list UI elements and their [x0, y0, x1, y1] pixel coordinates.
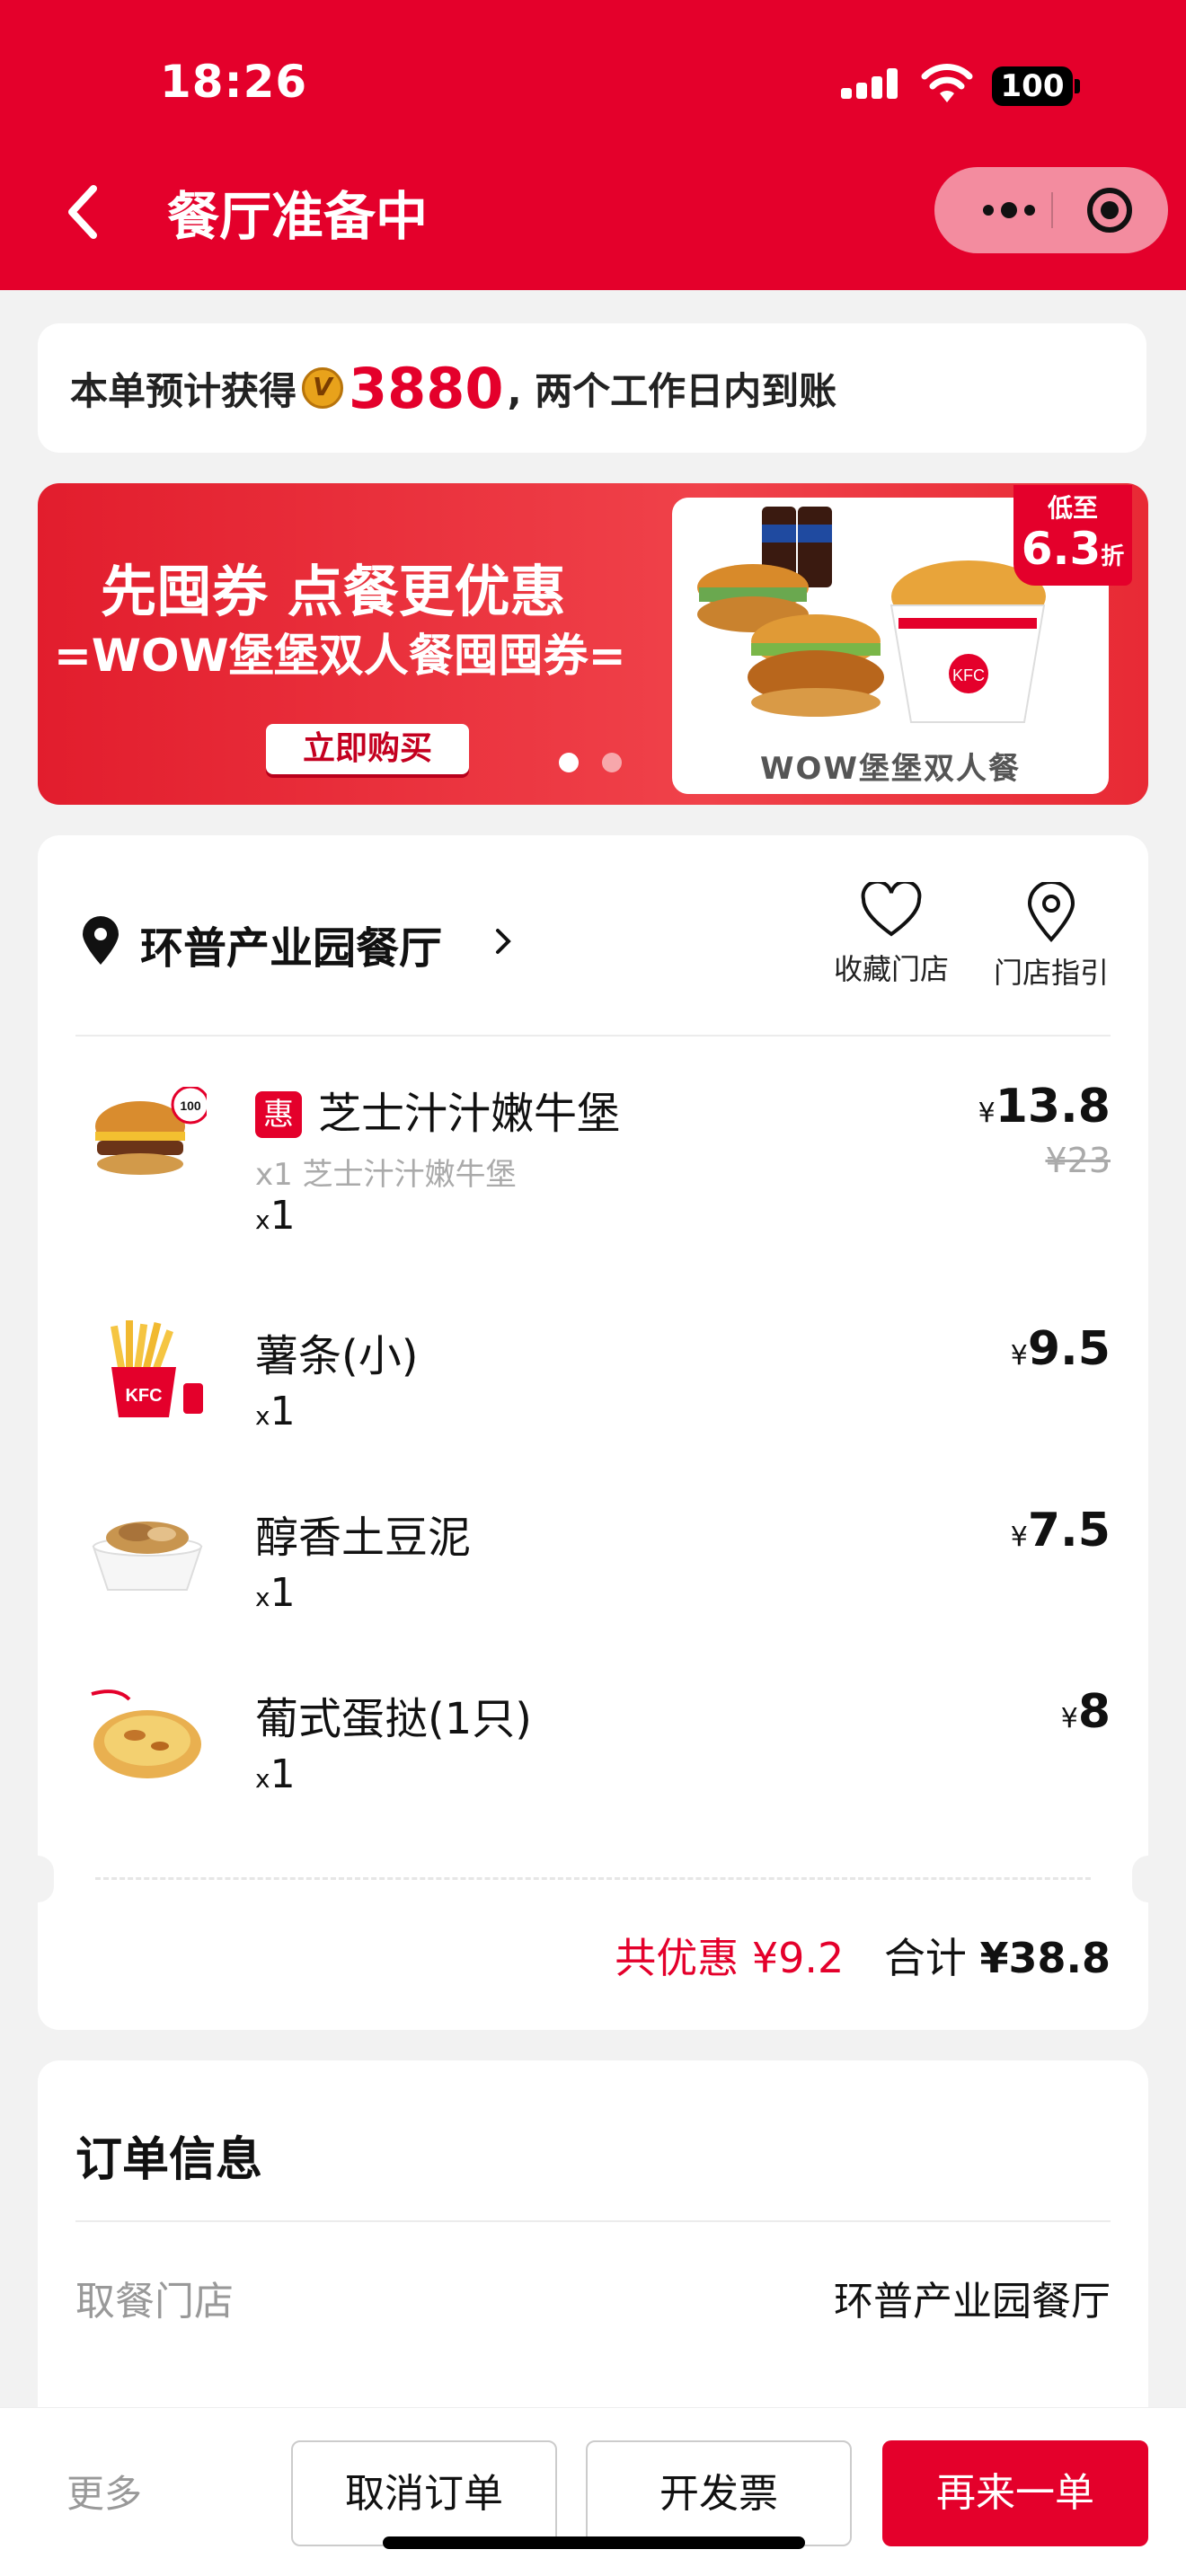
item-quantity: x1 — [255, 1751, 296, 1797]
order-item: KFC 薯条(小) x1 ¥9.5 — [38, 1320, 1148, 1455]
points-card: 本单预计获得 V 3880 , 两个工作日内到账 — [38, 323, 1146, 453]
item-price: ¥9.5 — [1010, 1322, 1111, 1376]
heart-icon — [861, 882, 922, 937]
cellular-signal-icon — [841, 68, 898, 99]
v-coin-icon: V — [302, 367, 344, 409]
store-guide-button[interactable]: 门店指引 — [988, 882, 1114, 992]
reorder-button[interactable]: 再来一单 — [882, 2440, 1148, 2546]
banner-subline: =WOW堡堡双人餐囤囤券= — [54, 630, 626, 682]
mini-program-capsule — [934, 167, 1168, 253]
points-suffix: , 两个工作日内到账 — [507, 368, 837, 413]
anniversary-badge: 100 — [180, 1098, 201, 1113]
divider — [75, 1035, 1111, 1037]
item-price: ¥7.5 — [1010, 1504, 1111, 1557]
carousel-dot — [602, 753, 622, 772]
item-price: ¥8 — [1060, 1685, 1111, 1739]
pickup-store-value: 环普产业园餐厅 — [834, 2279, 1111, 2325]
item-subtitle: x1 芝士汁汁嫩牛堡 — [255, 1157, 517, 1193]
capsule-divider — [1051, 192, 1053, 228]
order-totals: 共优惠 ¥9.2 合计 ¥38.8 — [615, 1926, 1111, 1985]
french-fries-image: KFC — [111, 1320, 203, 1417]
discount-total: 共优惠 ¥9.2 — [615, 1934, 845, 1982]
banner-image-caption: WOW堡堡双人餐 — [760, 751, 1021, 787]
battery-icon: 100 — [992, 66, 1073, 106]
sum-value: ¥38.8 — [979, 1934, 1111, 1982]
mashed-potato-image — [92, 1522, 203, 1591]
store-name[interactable]: 环普产业园餐厅 — [140, 913, 442, 975]
bottom-action-bar: 更多 取消订单 开发票 再来一单 — [0, 2407, 1186, 2576]
item-name: 惠芝士汁汁嫩牛堡 — [255, 1078, 620, 1141]
header: 18:26 100 餐厅准备中 — [0, 0, 1186, 290]
discount-tag: 低至 6.3折 — [1013, 485, 1132, 586]
item-name: 醇香土豆泥 — [255, 1513, 472, 1563]
kfc-bucket-logo: KFC — [952, 666, 985, 684]
close-target-icon[interactable] — [1069, 167, 1150, 253]
status-time: 18:26 — [160, 56, 308, 108]
egg-tart-image — [91, 1689, 201, 1778]
item-name: 薯条(小) — [255, 1331, 419, 1381]
pickup-store-label: 取餐门店 — [75, 2279, 234, 2325]
discount-tag-top: 低至 — [1047, 493, 1098, 523]
promo-banner[interactable]: 先囤券 点餐更优惠 =WOW堡堡双人餐囤囤券= 立即购买 KFC WOW堡堡双人… — [38, 483, 1148, 805]
order-card: 环普产业园餐厅 收藏门店 门店指引 100 惠芝士汁汁嫩牛堡 x1 芝士汁汁嫩牛… — [22, 835, 1164, 2030]
dashed-divider — [95, 1877, 1091, 1880]
ticket-notch-right — [1132, 1856, 1164, 1902]
fries-box-logo: KFC — [125, 1386, 162, 1406]
item-original-price: ¥23 — [1045, 1141, 1111, 1180]
cheeseburger-image: 100 — [95, 1087, 207, 1175]
discount-badge: 惠 — [255, 1091, 302, 1138]
cancel-order-button[interactable]: 取消订单 — [291, 2440, 557, 2546]
order-item: 100 惠芝士汁汁嫩牛堡 x1 芝士汁汁嫩牛堡 x1 ¥13.8 ¥23 — [38, 1078, 1148, 1257]
item-quantity: x1 — [255, 1389, 296, 1434]
chevron-right-icon[interactable] — [491, 922, 518, 961]
carousel-dots — [559, 753, 645, 776]
favorite-store-label: 收藏门店 — [833, 952, 949, 986]
item-name: 葡式蛋挞(1只) — [255, 1694, 532, 1744]
sum-label: 合计 — [883, 1934, 967, 1982]
order-info-title: 订单信息 — [75, 2133, 263, 2187]
more-link[interactable]: 更多 — [66, 2464, 142, 2519]
more-dots-icon[interactable] — [969, 167, 1049, 253]
points-prefix: 本单预计获得 — [70, 368, 297, 413]
store-guide-label: 门店指引 — [993, 956, 1109, 990]
item-price: ¥13.8 — [978, 1080, 1111, 1134]
location-pin-icon — [83, 916, 119, 965]
order-item: 葡式蛋挞(1只) x1 ¥8 — [38, 1683, 1148, 1818]
order-item: 醇香土豆泥 x1 ¥7.5 — [38, 1502, 1148, 1636]
map-pin-icon — [1027, 882, 1075, 942]
banner-headline: 先囤券 点餐更优惠 — [101, 559, 566, 624]
back-arrow-icon[interactable] — [58, 176, 111, 248]
favorite-store-button[interactable]: 收藏门店 — [828, 882, 954, 988]
page-title: 餐厅准备中 — [167, 186, 429, 247]
points-amount: 3880 — [349, 355, 504, 421]
wifi-icon — [921, 64, 973, 102]
home-indicator[interactable] — [383, 2536, 805, 2549]
discount-tag-value: 6.3折 — [1021, 523, 1125, 575]
carousel-dot-active — [559, 753, 579, 772]
ticket-notch-left — [22, 1856, 54, 1902]
invoice-button[interactable]: 开发票 — [586, 2440, 852, 2546]
battery-tip — [1075, 79, 1080, 93]
divider — [75, 2220, 1111, 2222]
buy-now-button[interactable]: 立即购买 — [266, 724, 469, 774]
item-quantity: x1 — [255, 1193, 296, 1239]
item-quantity: x1 — [255, 1570, 296, 1616]
